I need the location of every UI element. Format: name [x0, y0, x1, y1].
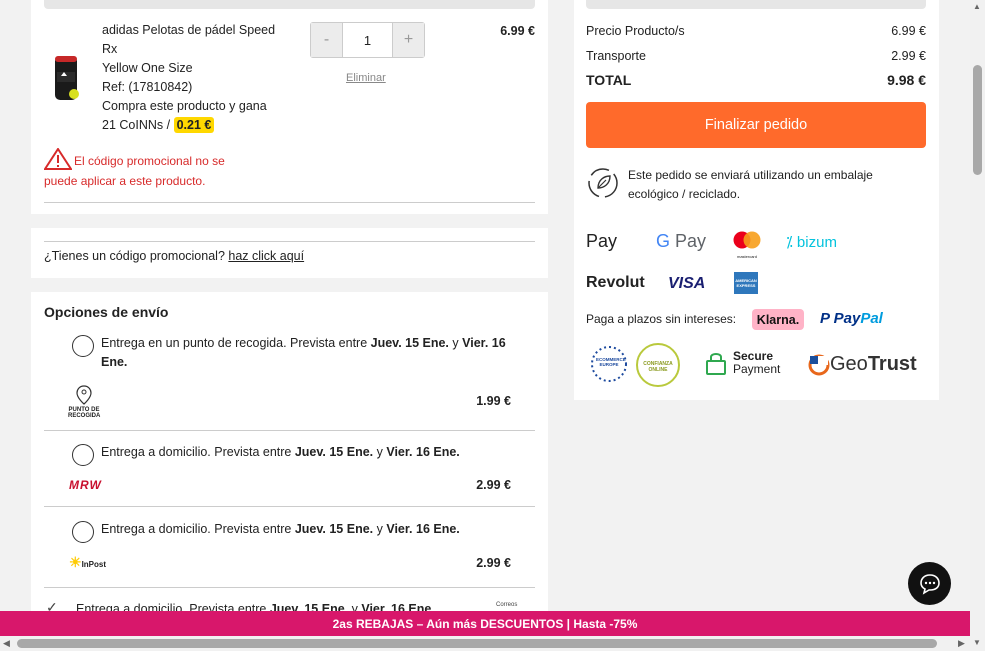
google-g-icon: G	[656, 231, 671, 251]
ecommerce-europe-seal: ECOMMERCE EUROPE	[586, 344, 632, 384]
pin-icon	[76, 385, 92, 405]
secure-payment-badge: Secure Payment	[705, 350, 780, 376]
vertical-scrollbar[interactable]: ▲ ▼	[970, 0, 985, 651]
product-price: 6.99 €	[500, 24, 535, 38]
warning-icon	[43, 147, 74, 171]
summary-header-strip	[586, 0, 926, 9]
bizum-icon: ⁒	[786, 234, 793, 251]
shipping-title: Opciones de envío	[44, 304, 169, 320]
chat-button[interactable]	[908, 562, 951, 605]
pickup-point-logo: PUNTO DE RECOGIDA	[68, 385, 100, 419]
product-variant: Yellow One Size	[102, 61, 193, 75]
recycle-leaf-icon	[588, 168, 618, 198]
eco-packaging-note: Este pedido se enviará utilizando un emb…	[586, 166, 926, 204]
shipping-option-text: Entrega a domicilio. Prevista entre Juev…	[101, 522, 460, 536]
revolut-logo: Revolut	[586, 274, 645, 291]
divider	[44, 202, 535, 203]
scroll-up-icon[interactable]: ▲	[973, 2, 981, 11]
horizontal-scroll-thumb[interactable]	[17, 639, 937, 648]
qty-plus-button[interactable]: +	[393, 23, 424, 57]
promo-code-link[interactable]: haz click aquí	[228, 249, 304, 263]
amex-logo: AMERICAN EXPRESS	[734, 272, 758, 294]
geotrust-logo: Geo Trust	[808, 353, 917, 376]
coins-text: Compra este producto y gana	[102, 99, 267, 113]
product-info: adidas Pelotas de pádel Speed Rx Yellow O…	[102, 21, 302, 135]
subtotal-row: Precio Producto/s 6.99 €	[586, 24, 926, 38]
geotrust-icon	[808, 354, 830, 375]
shipping-price: 2.99 €	[476, 478, 511, 492]
qty-input[interactable]: 1	[342, 23, 393, 57]
scroll-down-icon[interactable]: ▼	[973, 638, 981, 647]
shipping-option-text: Entrega en un punto de recogida. Previst…	[101, 336, 506, 369]
divider	[44, 506, 535, 507]
sun-icon: ☀	[69, 554, 82, 570]
paypal-icon: P	[820, 310, 830, 327]
carrier-label: PUNTO DE RECOGIDA	[68, 407, 101, 419]
shipping-radio-pickup[interactable]	[72, 335, 94, 357]
product-ref: Ref: (17810842)	[102, 80, 193, 94]
promo-code-line: ¿Tienes un código promocional? haz click…	[44, 249, 305, 263]
divider	[44, 430, 535, 431]
cart-header-strip	[44, 0, 535, 9]
shipping-option-text: Entrega a domicilio. Prevista entre Juev…	[101, 445, 460, 459]
divider	[44, 587, 535, 588]
product-name[interactable]: adidas Pelotas de pádel Speed Rx	[102, 21, 302, 59]
quantity-stepper[interactable]: - 1 +	[310, 22, 425, 58]
installments-label: Paga a plazos sin intereses:	[586, 312, 737, 326]
padlock-icon	[706, 353, 726, 375]
shipping-radio-inpost[interactable]	[72, 521, 94, 543]
bizum-logo: ⁒ bizum	[786, 234, 837, 251]
mastercard-logo: mastercard	[732, 231, 762, 259]
product-image[interactable]	[52, 54, 82, 102]
promo-error: El código promocional no se puede aplica…	[43, 147, 264, 191]
klarna-logo: Klarna.	[752, 309, 804, 330]
google-pay-logo: G Pay	[656, 231, 707, 251]
shipping-price: 1.99 €	[476, 394, 511, 408]
apple-pay-logo: Pay	[586, 231, 618, 251]
vertical-scroll-thumb[interactable]	[973, 65, 982, 175]
confianza-online-seal: CONFIANZA ONLINE	[636, 343, 680, 387]
mrw-logo: MRW	[69, 478, 102, 492]
inpost-logo: ☀InPost	[69, 554, 107, 570]
remove-link[interactable]: Eliminar	[346, 72, 386, 84]
correos-logo: Correos	[496, 602, 518, 608]
sale-banner[interactable]: 2as REBAJAS – Aún más DESCUENTOS | Hasta…	[0, 611, 970, 636]
scroll-right-icon[interactable]: ▶	[958, 638, 965, 649]
chat-icon	[919, 573, 940, 595]
visa-logo: VISA	[668, 275, 706, 292]
checkout-button[interactable]: Finalizar pedido	[586, 102, 926, 148]
qty-minus-button[interactable]: -	[311, 23, 342, 57]
paypal-logo: P PayPal	[820, 310, 883, 327]
shipping-radio-mrw[interactable]	[72, 444, 94, 466]
scroll-left-icon[interactable]: ◀	[3, 638, 10, 649]
shipping-row: Transporte 2.99 €	[586, 49, 926, 63]
divider	[44, 241, 535, 242]
shipping-price: 2.99 €	[476, 556, 511, 570]
coins-badge: 0.21 €	[173, 117, 215, 133]
horizontal-scrollbar[interactable]: ◀ ▶	[0, 636, 970, 651]
total-row: TOTAL 9.98 €	[586, 72, 926, 88]
coins-line: 21 CoINNs / 0.21 €	[102, 116, 302, 135]
